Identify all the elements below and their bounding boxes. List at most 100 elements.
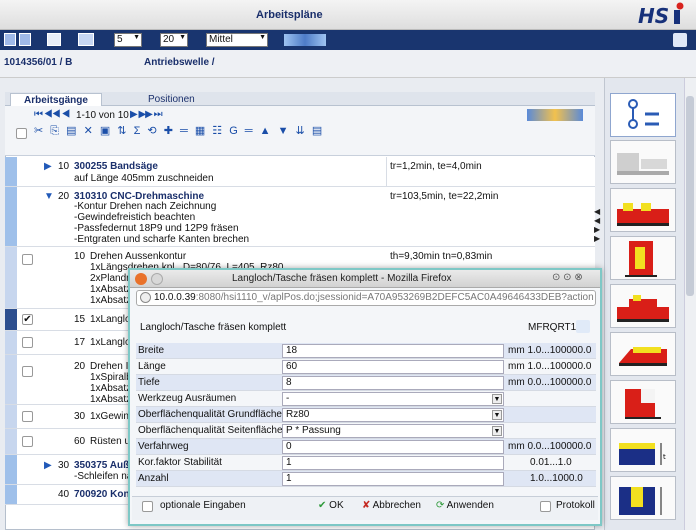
cancel-button[interactable]: ✘ Abbrechen [362, 500, 421, 512]
feature-dimension-icon[interactable]: t [610, 428, 676, 472]
save-icon[interactable] [4, 33, 16, 46]
dialog-window-title: Langloch/Tasche fräsen komplett - Mozill… [232, 273, 452, 284]
first-prev-icons[interactable]: ⏮ ◀◀ ◀ [34, 109, 70, 120]
scrollbar-thumb[interactable] [686, 96, 694, 296]
field-range: mm 1.0...100000.0 [508, 345, 592, 356]
product-bar [0, 50, 696, 78]
field-label: Werkzeug Ausräumen [138, 393, 237, 404]
field-label: Kor.faktor Stabilität [138, 457, 222, 468]
protocol-checkbox[interactable] [540, 501, 551, 512]
pos-number: 20 [74, 361, 86, 372]
protocol-label: Protokoll [556, 500, 595, 511]
main-toolbar [0, 30, 696, 50]
expand-icon[interactable]: ▶ [44, 161, 52, 172]
pager-text: 1-10 von 10 [76, 110, 129, 121]
dropdown-arrow-icon[interactable]: ▼ [492, 394, 502, 404]
feature-slot-icon[interactable] [610, 332, 676, 376]
field-label: Anzahl [138, 473, 169, 484]
dropdown-arrow-icon[interactable]: ▼ [492, 426, 502, 436]
feature-tree-icon[interactable] [610, 93, 676, 137]
feature-corner-icon[interactable] [610, 380, 676, 424]
anzahl-input[interactable]: 1 [282, 472, 504, 486]
field-range: mm 1.0...100000.0 [508, 361, 592, 372]
feature-turning-icon[interactable] [610, 140, 676, 184]
next-last-icons[interactable]: ▶ ▶▶ ⏭ [130, 109, 163, 120]
edit-icon[interactable] [576, 320, 590, 333]
print-icon[interactable] [47, 33, 61, 46]
feature-bore-icon[interactable] [610, 476, 676, 520]
field-label: Oberflächenqualität Grundfläche [138, 409, 282, 420]
field-range: mm 0.0...100000.0 [508, 441, 592, 452]
field-label: Verfahrweg [138, 441, 189, 452]
row-checkbox[interactable] [22, 436, 33, 447]
op-time: tr=1,2min, te=4,0min [390, 161, 482, 172]
grundflaeche-select[interactable]: Rz80 ▼ [282, 408, 504, 422]
pos-number: 60 [74, 436, 86, 447]
url-text: 10.0.0.39:8080/hsi1110_v/aplPos.do;jsess… [154, 292, 594, 303]
row-checkbox[interactable] [22, 366, 33, 377]
svg-text:HS: HS [638, 4, 669, 28]
panel-collapse-arrows[interactable]: ◀ ◀ ▶ ▶ [594, 207, 600, 243]
apply-icon: ⟳ [436, 500, 445, 511]
collapse-icon[interactable]: ▼ [44, 191, 54, 202]
info-icons[interactable] [527, 109, 583, 121]
product-number: 1014356/01 / B [4, 57, 73, 68]
site-info-icon[interactable] [140, 292, 151, 303]
apply-button[interactable]: ⟳ Anwenden [436, 500, 494, 512]
tab-arbeitsgaenge[interactable]: Arbeitsgänge [10, 93, 102, 106]
users-icon[interactable] [78, 33, 94, 46]
pos-number: 15 [74, 314, 86, 325]
seitenflaeche-select[interactable]: P * Passung ▼ [282, 424, 504, 438]
op-desc: auf Länge 405mm zuschneiden [74, 173, 214, 184]
pos-number: 17 [74, 337, 86, 348]
feature-steps-icon[interactable] [610, 284, 676, 328]
row-checkbox[interactable] [22, 337, 33, 348]
row-checkbox[interactable] [22, 254, 33, 265]
dropdown-arrow-icon[interactable]: ▼ [492, 410, 502, 420]
save-all-icon[interactable] [19, 33, 31, 46]
field-range: 0.01...1.0 [530, 457, 572, 468]
row-checkbox[interactable] [22, 411, 33, 422]
feature-grooves-icon[interactable] [610, 188, 676, 232]
laenge-input[interactable]: 60 [282, 360, 504, 374]
view-icons[interactable] [284, 34, 326, 46]
select-rows[interactable]: 20 ▼ [160, 33, 188, 47]
field-label: Länge [138, 361, 166, 372]
check-icon: ✔ [318, 500, 327, 511]
op-number: 30 [58, 460, 70, 471]
menu-icon[interactable] [151, 273, 163, 285]
edit-toolbar-icons[interactable]: ✂ ⎘ ▤ ✕ ▣ ⇅ Σ ⟲ ✚ ═ ▦ ☷ G ═ ▲ ▼ ⇊ ▤ [34, 124, 324, 138]
cancel-icon: ✘ [362, 500, 371, 511]
pos-number: 10 [74, 251, 86, 262]
op-code: 300255 Bandsäge [74, 161, 158, 172]
op-number: 40 [58, 489, 70, 500]
field-range: 1.0...1000.0 [530, 473, 583, 484]
window-controls-icons[interactable]: ⊙ ⊙ ⊗ [552, 272, 583, 283]
dialog-code: MFRQRT1 [528, 322, 577, 333]
select-size[interactable]: Mittel ▼ [206, 33, 268, 47]
werkzeug-select[interactable]: - ▼ [282, 392, 504, 406]
firefox-icon [135, 273, 147, 285]
pos-time: th=9,30min tn=0,83min [390, 251, 493, 262]
field-label: Tiefe [138, 377, 160, 388]
row-checkbox-checked[interactable]: ✔ [22, 314, 33, 325]
expand-icon[interactable]: ▶ [44, 460, 52, 471]
korfaktor-input[interactable]: 1 [282, 456, 504, 470]
page-title: Arbeitspläne [256, 9, 323, 21]
select-all-checkbox[interactable] [16, 128, 27, 139]
op-desc-line: -Entgraten und scharfe Kanten brechen [74, 234, 250, 245]
tab-positionen[interactable]: Positionen [148, 93, 195, 106]
ok-button[interactable]: ✔ OK [318, 500, 344, 512]
optional-inputs-checkbox[interactable] [142, 501, 153, 512]
pos-line: 1xAbsatz [90, 295, 132, 306]
verfahrweg-input[interactable]: 0 [282, 440, 504, 454]
app-header [0, 0, 696, 30]
breite-input[interactable]: 18 [282, 344, 504, 358]
edit-icon[interactable] [673, 33, 687, 47]
pos-number: 30 [74, 411, 86, 422]
op-number: 10 [58, 161, 70, 172]
tiefe-input[interactable]: 8 [282, 376, 504, 390]
select-level[interactable]: 5 ▼ [114, 33, 142, 47]
optional-inputs-label: optionale Eingaben [160, 500, 246, 511]
feature-pocket-icon[interactable] [610, 236, 676, 280]
